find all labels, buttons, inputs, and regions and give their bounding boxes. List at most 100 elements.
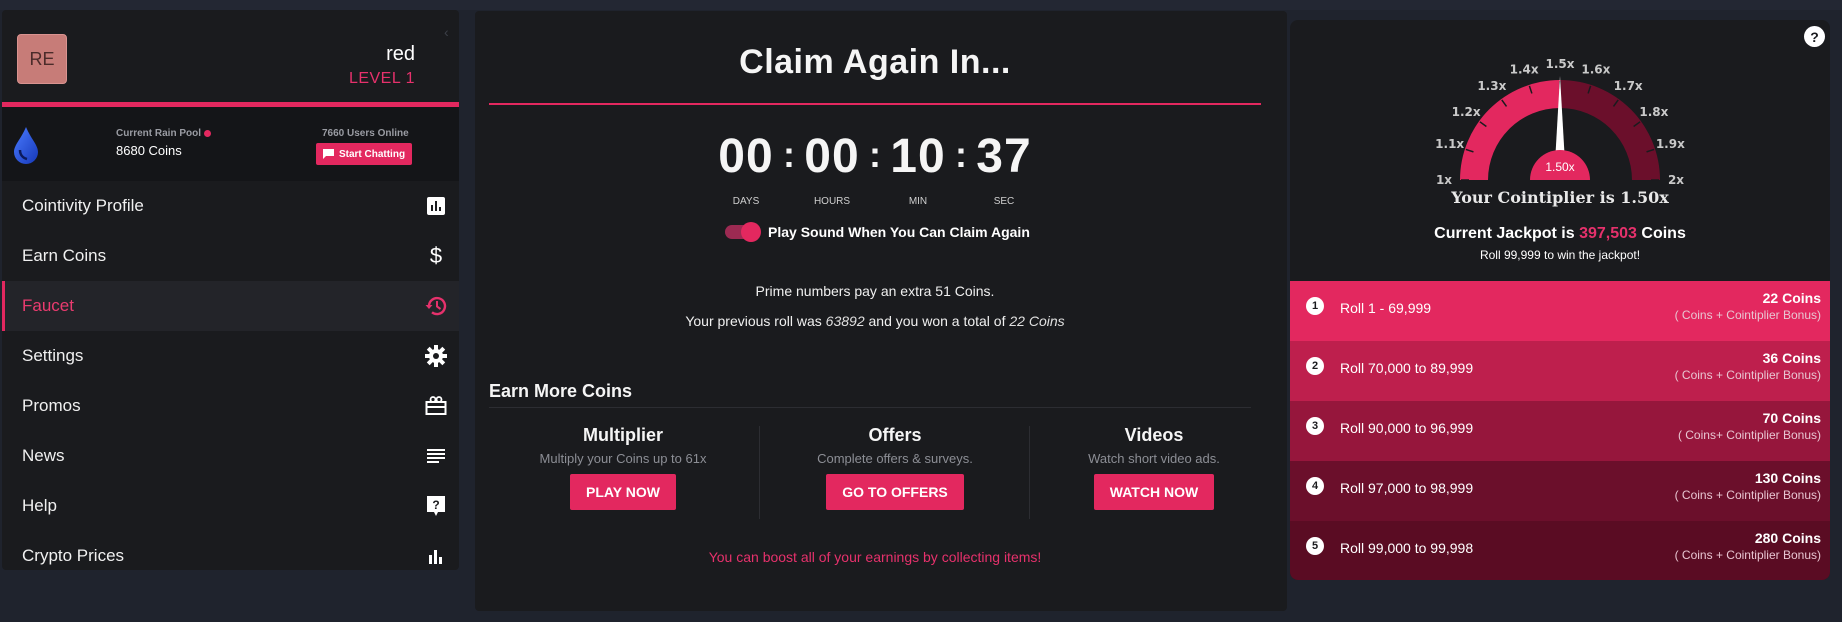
roll-tier-range: Roll 97,000 to 98,999 <box>1340 480 1474 496</box>
roll-tier-bonus: ( Coins + Cointiplier Bonus) <box>1674 548 1821 562</box>
gauge-tick-label: 1.2x <box>1452 105 1481 119</box>
gauge-value: 1.50x <box>1545 160 1574 174</box>
offer-title: Offers <box>868 425 922 445</box>
countdown-timer: 00 DAYS : 00 HOURS : 10 MIN : 37 SEC <box>475 130 1275 208</box>
cointiplier-text: Your Cointiplier is 1.50x <box>1451 188 1669 207</box>
prev-roll-number: 63892 <box>825 313 865 329</box>
sidebar-item-label: Promos <box>22 396 81 415</box>
title-divider <box>489 103 1261 105</box>
rain-pool-value: 8680 Coins <box>116 143 182 158</box>
roll-tier: 3 Roll 90,000 to 96,999 70 Coins ( Coins… <box>1290 401 1830 461</box>
roll-tier-bonus: ( Coins + Cointiplier Bonus) <box>1674 308 1821 322</box>
timer-min-value: 10 <box>890 130 946 183</box>
sidebar-item-news[interactable]: News <box>2 431 459 481</box>
watch-now-button[interactable]: WATCH NOW <box>1093 474 1215 510</box>
users-online: 7660 Users Online <box>322 128 409 139</box>
timer-colon: : <box>869 134 881 175</box>
jackpot-value: 397,503 <box>1579 225 1637 242</box>
sidebar-item-label: Earn Coins <box>22 246 107 265</box>
chart-icon <box>425 545 447 567</box>
roll-tier-number: 5 <box>1306 537 1324 555</box>
gauge-tick-label: 2x <box>1668 173 1684 187</box>
roll-tier-range: Roll 1 - 69,999 <box>1340 300 1432 316</box>
faucet-panel: Claim Again In... 00 DAYS : 00 HOURS : 10 M… <box>475 11 1287 611</box>
start-chatting-label: Start Chatting <box>338 148 406 160</box>
timer-hours-label: HOURS <box>813 196 851 207</box>
roll-tier: 2 Roll 70,000 to 89,999 36 Coins ( Coins… <box>1290 341 1830 401</box>
play-now-button[interactable]: PLAY NOW <box>570 474 676 510</box>
roll-tier-number: 3 <box>1306 417 1324 435</box>
page-title: Claim Again In... <box>739 43 1011 81</box>
roll-tier-coins: 36 Coins <box>1762 350 1821 366</box>
timer-hours: 00 HOURS <box>796 132 868 208</box>
timer-min: 10 MIN <box>882 130 954 208</box>
gauge-tick-label: 1.6x <box>1581 63 1610 77</box>
rain-pool-label: Current Rain Pool <box>116 128 212 139</box>
sidebar: ‹ RE red LEVEL 1 Current Rain Pool 8680 … <box>2 10 459 570</box>
roll-tier: 4 Roll 97,000 to 98,999 130 Coins ( Coin… <box>1290 461 1830 521</box>
prev-roll-won: 22 Coins <box>1009 313 1065 329</box>
gift-icon <box>425 395 447 417</box>
timer-sec-label: SEC <box>993 196 1015 207</box>
multiplier-card: Multiplier Multiply your Coins up to 61x… <box>495 425 751 510</box>
gauge-tick-label: 1.5x <box>1546 57 1575 71</box>
jackpot-panel: 1x 1.1x 1.2x 1.3x 1.4x 1.5x 1.6x 1.7x 1.8x 1.9x 2x… <box>1290 20 1830 580</box>
gauge-tick-label: 1x <box>1436 173 1452 187</box>
roll-tier-number: 1 <box>1306 297 1324 315</box>
roll-tier: 1 Roll 1 - 69,999 22 Coins ( Coins + Coi… <box>1290 281 1830 341</box>
chat-icon <box>322 149 334 159</box>
water-drop-icon <box>14 127 38 164</box>
sound-toggle[interactable] <box>725 222 761 242</box>
sidebar-item-label: Settings <box>22 346 84 365</box>
roll-tier-coins: 22 Coins <box>1762 290 1821 306</box>
previous-roll-text: Your previous roll was 63892 and you won… <box>475 313 1275 329</box>
sidebar-item-cointivity-profile[interactable]: Cointivity Profile <box>2 181 459 231</box>
collapse-icon[interactable]: ‹ <box>444 24 449 40</box>
roll-tier: 5 Roll 99,000 to 99,998 280 Coins ( Coin… <box>1290 521 1830 580</box>
sidebar-item-label: News <box>22 446 65 465</box>
offer-title: Videos <box>1124 425 1184 445</box>
videos-card: Videos Watch short video ads. WATCH NOW <box>1026 425 1282 510</box>
sidebar-item-settings[interactable]: Settings <box>2 331 459 381</box>
sidebar-item-faucet[interactable]: Faucet <box>2 281 459 331</box>
avatar[interactable]: RE <box>17 34 67 84</box>
jackpot-suffix: Coins <box>1641 225 1686 242</box>
bar-chart-icon <box>425 195 447 217</box>
roll-tier-range: Roll 90,000 to 96,999 <box>1340 420 1474 436</box>
start-chatting-button[interactable]: Start Chatting <box>316 143 412 165</box>
svg-text:?: ? <box>432 498 439 512</box>
gauge-tick-label: 1.7x <box>1614 79 1643 93</box>
gear-icon <box>425 345 447 367</box>
roll-tier-range: Roll 70,000 to 89,999 <box>1340 360 1474 376</box>
go-to-offers-button[interactable]: GO TO OFFERS <box>826 474 964 510</box>
roll-tier-number: 4 <box>1306 477 1324 495</box>
earn-divider <box>489 407 1251 408</box>
sidebar-item-label: Crypto Prices <box>22 546 125 565</box>
roll-reward-table: 1 Roll 1 - 69,999 22 Coins ( Coins + Coi… <box>1290 281 1830 580</box>
top-strip <box>0 0 1842 10</box>
sidebar-item-crypto-prices[interactable]: Crypto Prices <box>2 531 459 570</box>
timer-sec: 37 SEC <box>968 132 1040 208</box>
roll-tier-bonus: ( Coins + Cointiplier Bonus) <box>1674 368 1821 382</box>
gauge-tick-label: 1.3x <box>1477 79 1506 93</box>
earn-more-title: Earn More Coins <box>489 381 633 401</box>
timer-days-value: 00 <box>718 130 774 183</box>
username: red <box>386 43 415 65</box>
offer-title: Multiplier <box>583 425 663 445</box>
sidebar-item-earn-coins[interactable]: Earn Coins $ <box>2 231 459 281</box>
help-button[interactable]: ? <box>1804 26 1825 47</box>
timer-min-label: MIN <box>908 196 928 207</box>
gauge-tick-label: 1.9x <box>1656 137 1685 151</box>
gauge-tick-label: 1.1x <box>1435 137 1464 151</box>
sidebar-item-promos[interactable]: Promos <box>2 381 459 431</box>
gauge-tick-label: 1.8x <box>1639 105 1668 119</box>
offer-desc: Watch short video ads. <box>1088 451 1220 466</box>
prev-roll-prefix: Your previous roll was <box>685 313 822 329</box>
dollar-icon: $ <box>429 243 443 268</box>
sidebar-item-help[interactable]: Help ? <box>2 481 459 531</box>
gauge-tick-label: 1.4x <box>1510 63 1539 77</box>
help-icon: ? <box>425 495 447 517</box>
sidebar-menu: Cointivity Profile Earn Coins $ Faucet S… <box>2 181 459 570</box>
boost-earnings-text: You can boost all of your earnings by co… <box>708 549 1042 565</box>
timer-colon: : <box>783 134 795 175</box>
